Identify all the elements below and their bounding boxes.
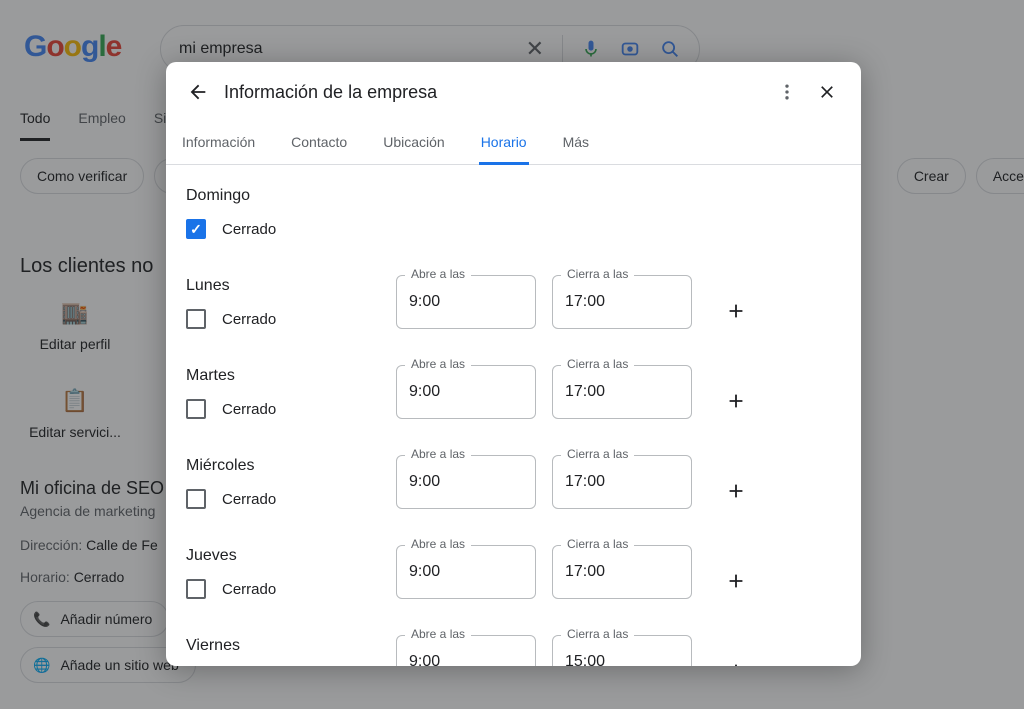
close-button[interactable] xyxy=(807,72,847,112)
modal-tabs: Información Contacto Ubicación Horario Más xyxy=(166,122,861,165)
close-time-value: 17:00 xyxy=(565,383,605,401)
closed-checkbox[interactable] xyxy=(186,309,206,329)
open-label: Abre a las xyxy=(405,267,471,281)
add-hours-button[interactable] xyxy=(718,473,754,509)
closed-checkbox[interactable] xyxy=(186,489,206,509)
open-time-input[interactable]: Abre a las9:00 xyxy=(396,545,536,599)
day-row-jueves: Jueves Cerrado Abre a las9:00 Cierra a las1… xyxy=(186,545,841,599)
close-time-input[interactable]: Cierra a las17:00 xyxy=(552,365,692,419)
more-options-button[interactable] xyxy=(767,72,807,112)
open-time-value: 9:00 xyxy=(409,293,440,311)
day-row-viernes: ViernesCerradoAbre a las9:00Cierra a las… xyxy=(186,635,841,666)
close-label: Cierra a las xyxy=(561,447,634,461)
close-label: Cierra a las xyxy=(561,357,634,371)
open-time-value: 9:00 xyxy=(409,473,440,491)
day-row-miércoles: Miércoles Cerrado Abre a las9:00 Cierra a l… xyxy=(186,455,841,509)
closed-label: Cerrado xyxy=(222,401,276,418)
day-name: Viernes xyxy=(186,637,396,655)
closed-checkbox[interactable] xyxy=(186,399,206,419)
open-label: Abre a las xyxy=(405,447,471,461)
open-time-input[interactable]: Abre a las9:00 xyxy=(396,365,536,419)
open-time-value: 9:00 xyxy=(409,653,440,666)
day-name: Miércoles xyxy=(186,457,396,475)
open-time-value: 9:00 xyxy=(409,383,440,401)
close-time-value: 17:00 xyxy=(565,563,605,581)
closed-label: Cerrado xyxy=(222,581,276,598)
close-time-value: 17:00 xyxy=(565,293,605,311)
open-label: Abre a las xyxy=(405,357,471,371)
close-time-input[interactable]: Cierra a las17:00 xyxy=(552,545,692,599)
closed-label: Cerrado xyxy=(222,491,276,508)
close-label: Cierra a las xyxy=(561,267,634,281)
open-label: Abre a las xyxy=(405,537,471,551)
day-row-martes: Martes Cerrado Abre a las9:00 Cierra a las1… xyxy=(186,365,841,419)
closed-checkbox[interactable] xyxy=(186,579,206,599)
close-label: Cierra a las xyxy=(561,627,634,641)
modal-tab-más[interactable]: Más xyxy=(561,122,591,164)
open-time-input[interactable]: Abre a las9:00 xyxy=(396,455,536,509)
add-hours-button[interactable] xyxy=(718,653,754,666)
day-name: Lunes xyxy=(186,277,396,295)
business-info-modal: Información de la empresa Información Con… xyxy=(166,62,861,666)
day-row-domingo: Domingo Cerrado xyxy=(186,187,841,239)
add-hours-button[interactable] xyxy=(718,563,754,599)
modal-header: Información de la empresa xyxy=(166,62,861,122)
day-row-lunes: Lunes Cerrado Abre a las9:00 Cierra a las17… xyxy=(186,275,841,329)
modal-title: Información de la empresa xyxy=(224,82,767,103)
modal-tab-contacto[interactable]: Contacto xyxy=(289,122,349,164)
closed-checkbox[interactable] xyxy=(186,219,206,239)
close-label: Cierra a las xyxy=(561,537,634,551)
day-name: Martes xyxy=(186,367,396,385)
close-time-input[interactable]: Cierra a las15:00 xyxy=(552,635,692,666)
modal-tab-información[interactable]: Información xyxy=(180,122,257,164)
close-time-input[interactable]: Cierra a las17:00 xyxy=(552,455,692,509)
close-time-value: 15:00 xyxy=(565,653,605,666)
modal-tab-horario[interactable]: Horario xyxy=(479,122,529,165)
closed-label: Cerrado xyxy=(222,221,276,238)
open-time-input[interactable]: Abre a las9:00 xyxy=(396,635,536,666)
day-name: Jueves xyxy=(186,547,396,565)
close-time-value: 17:00 xyxy=(565,473,605,491)
add-hours-button[interactable] xyxy=(718,383,754,419)
modal-body: DomingoCerradoLunesCerradoAbre a las9:00… xyxy=(166,165,861,666)
close-time-input[interactable]: Cierra a las17:00 xyxy=(552,275,692,329)
closed-label: Cerrado xyxy=(222,311,276,328)
modal-tab-ubicación[interactable]: Ubicación xyxy=(381,122,446,164)
open-time-input[interactable]: Abre a las9:00 xyxy=(396,275,536,329)
open-time-value: 9:00 xyxy=(409,563,440,581)
add-hours-button[interactable] xyxy=(718,293,754,329)
back-button[interactable] xyxy=(180,74,216,110)
open-label: Abre a las xyxy=(405,627,471,641)
day-name: Domingo xyxy=(186,187,396,205)
